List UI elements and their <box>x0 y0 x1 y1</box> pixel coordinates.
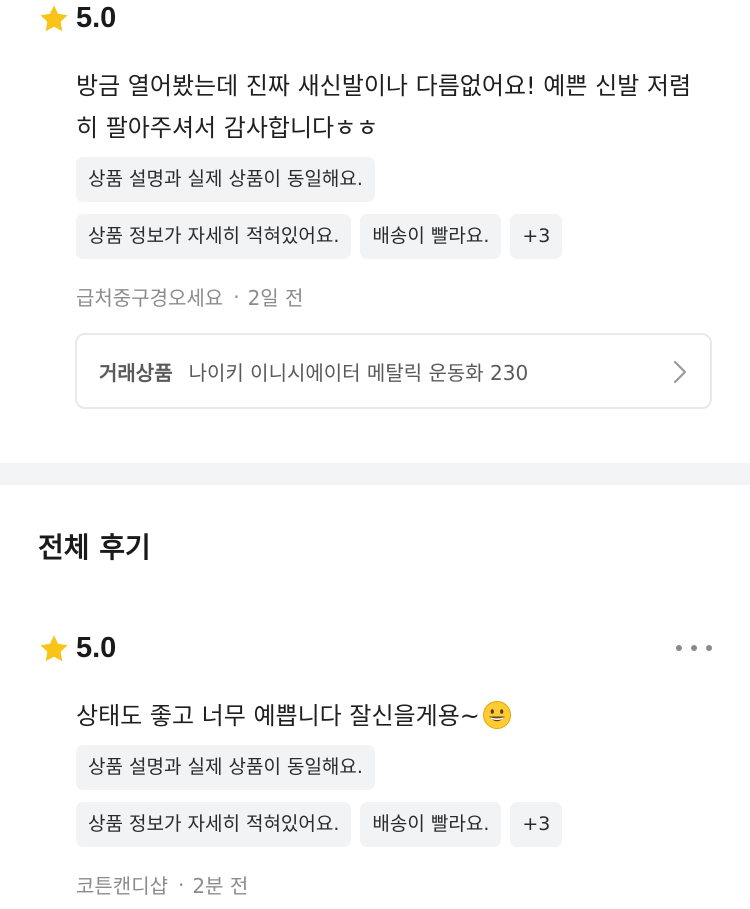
section-divider <box>0 463 750 485</box>
product-label: 거래상품 <box>99 360 173 385</box>
tag-more-count[interactable]: +3 <box>510 214 563 259</box>
review-time: 2일 전 <box>247 286 304 310</box>
traded-product-card[interactable]: 거래상품 나이키 이니시에이터 메탈릭 운동화 230 <box>75 333 712 409</box>
product-name: 나이키 이니시에이터 메탈릭 운동화 230 <box>188 360 529 385</box>
review-meta: 코튼캔디샵 · 2분 전 <box>76 870 248 899</box>
tag-fast-shipping[interactable]: 배송이 빨라요. <box>360 214 502 259</box>
separator-dot: · <box>178 872 185 897</box>
review-tags: 상품 설명과 실제 상품이 동일해요. 상품 정보가 자세히 적혀있어요. 배송… <box>76 745 716 847</box>
tag-description-match[interactable]: 상품 설명과 실제 상품이 동일해요. <box>76 745 375 790</box>
tag-fast-shipping[interactable]: 배송이 빨라요. <box>360 802 502 847</box>
review-tags: 상품 설명과 실제 상품이 동일해요. 상품 정보가 자세히 적혀있어요. 배송… <box>76 157 716 259</box>
tag-detailed-info[interactable]: 상품 정보가 자세히 적혀있어요. <box>76 802 352 847</box>
review-text: 상태도 좋고 너무 예쁩니다 잘신을게용~ <box>76 695 716 737</box>
review-text: 방금 열어봤는데 진짜 새신발이나 다름없어요! 예쁜 신발 저렴 히 팔아주셔… <box>76 65 716 149</box>
grinning-face-emoji <box>482 701 511 729</box>
review-text-line: 히 팔아주셔서 감사합니다ㅎㅎ <box>76 114 379 142</box>
section-title: 전체 후기 <box>38 531 151 564</box>
chevron-right-icon <box>673 360 687 384</box>
review-text-line: 방금 열어봤는데 진짜 새신발이나 다름없어요! 예쁜 신발 저렴 <box>76 72 692 100</box>
rating: 5.0 <box>38 632 116 665</box>
tag-more-count[interactable]: +3 <box>510 802 563 847</box>
rating: 5.0 <box>38 2 116 35</box>
review-text-line: 상태도 좋고 너무 예쁩니다 잘신을게용~ <box>76 702 480 730</box>
more-dots-icon <box>676 645 682 651</box>
rating-score: 5.0 <box>76 632 117 664</box>
tag-description-match[interactable]: 상품 설명과 실제 상품이 동일해요. <box>76 157 375 202</box>
star-icon <box>40 4 68 31</box>
author-name[interactable]: 코튼캔디샵 <box>76 870 168 899</box>
separator-dot: · <box>233 284 240 309</box>
star-icon <box>40 634 68 661</box>
review-time: 2분 전 <box>192 874 249 898</box>
more-options-button[interactable] <box>672 636 716 660</box>
rating-score: 5.0 <box>76 2 117 34</box>
author-name[interactable]: 급처중구경오세요 <box>76 282 223 311</box>
tag-detailed-info[interactable]: 상품 정보가 자세히 적혀있어요. <box>76 214 352 259</box>
review-meta: 급처중구경오세요 · 2일 전 <box>76 282 303 311</box>
